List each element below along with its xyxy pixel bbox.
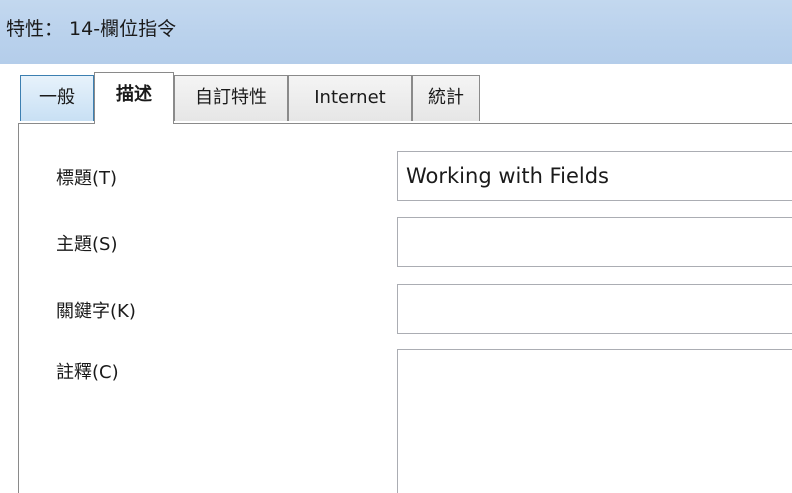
comments-field[interactable] [397,349,792,493]
subject-field-label: 主題(S) [56,234,118,255]
comments-field-label: 註釋(C) [56,362,119,383]
tab-custom-properties[interactable]: 自訂特性 [174,75,288,121]
subject-field[interactable] [397,217,792,267]
tab-general[interactable]: 一般 [20,75,94,121]
window-title: 特性： 14-欄位指令 [6,18,177,40]
properties-dialog: 特性： 14-欄位指令 一般 描述 自訂特性 Internet 統計 標題(T)… [0,0,792,493]
title-field[interactable] [397,151,792,201]
title-field-label: 標題(T) [56,168,118,189]
keywords-field-label: 關鍵字(K) [56,301,136,322]
tab-internet[interactable]: Internet [288,75,412,121]
tab-statistics[interactable]: 統計 [412,75,480,121]
keywords-field[interactable] [397,284,792,334]
tab-description[interactable]: 描述 [94,72,174,124]
title-bar[interactable]: 特性： 14-欄位指令 [0,0,792,64]
